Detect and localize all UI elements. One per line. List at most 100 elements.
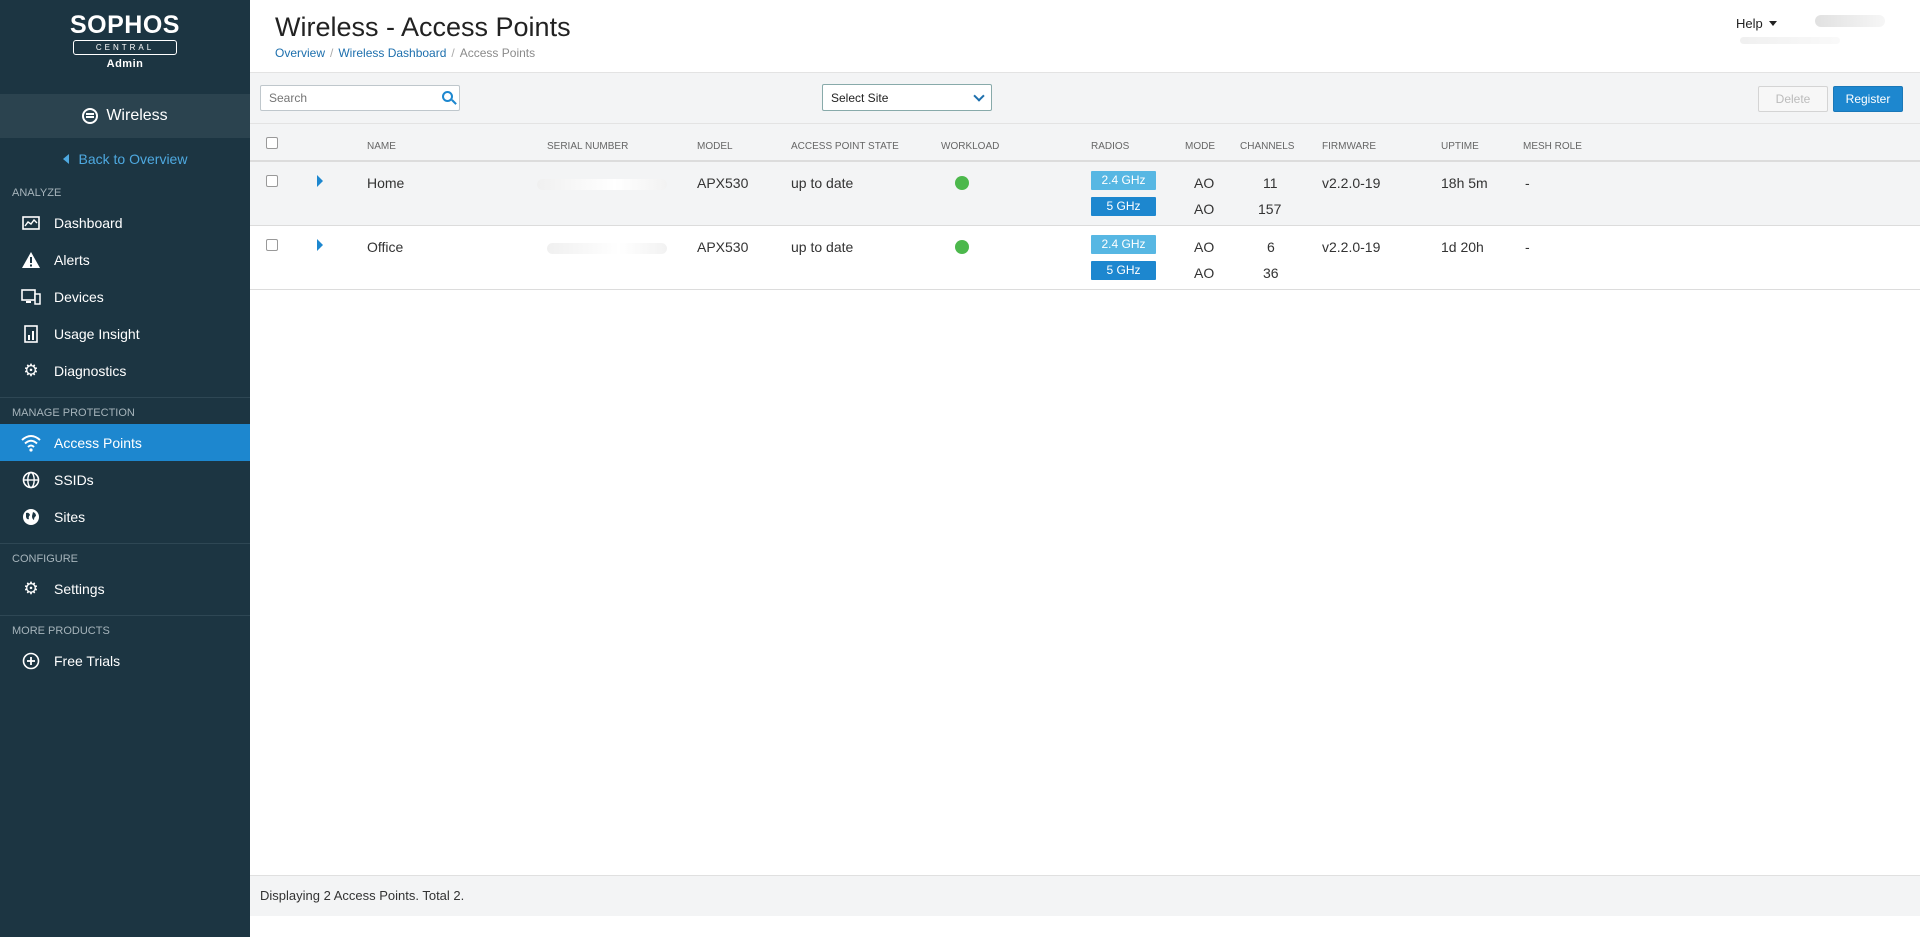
chevron-down-icon bbox=[973, 90, 985, 102]
uptime-value: 1d 20h bbox=[1441, 239, 1484, 255]
page-header: Wireless - Access Points Overview / Wire… bbox=[250, 0, 1920, 72]
sidebar-item-settings[interactable]: ⚙ Settings bbox=[0, 570, 250, 607]
radio-badge-2-4ghz: 2.4 GHz bbox=[1091, 171, 1156, 190]
search-box bbox=[260, 85, 460, 111]
sidebar-item-label: Devices bbox=[54, 288, 104, 305]
row-checkbox[interactable] bbox=[266, 239, 278, 251]
mode-value: AO bbox=[1194, 239, 1215, 255]
expand-arrow-icon[interactable] bbox=[317, 175, 323, 187]
section-more-products: MORE PRODUCTS bbox=[12, 625, 110, 637]
dashboard-icon bbox=[20, 213, 42, 233]
sidebar-item-label: Diagnostics bbox=[54, 362, 127, 379]
sidebar-item-label: Alerts bbox=[54, 251, 90, 268]
site-select[interactable]: Select Site bbox=[822, 84, 992, 111]
channel-value: 157 bbox=[1258, 201, 1282, 217]
help-menu[interactable]: Help bbox=[1736, 16, 1777, 31]
column-header-state[interactable]: ACCESS POINT STATE bbox=[791, 141, 899, 152]
column-header-uptime[interactable]: UPTIME bbox=[1441, 141, 1479, 152]
table-row[interactable]: Office APX530 up to date 2.4 GHz 5 GHz A… bbox=[250, 226, 1920, 290]
column-header-model[interactable]: MODEL bbox=[697, 141, 733, 152]
sidebar-item-alerts[interactable]: Alerts bbox=[0, 241, 250, 278]
sidebar-item-devices[interactable]: Devices bbox=[0, 278, 250, 315]
column-header-name[interactable]: NAME bbox=[367, 141, 396, 152]
sidebar-item-dashboard[interactable]: Dashboard bbox=[0, 204, 250, 241]
radio-badge-5ghz: 5 GHz bbox=[1091, 197, 1156, 216]
user-account-info bbox=[1740, 37, 1840, 44]
report-icon bbox=[20, 324, 42, 344]
help-label: Help bbox=[1736, 16, 1763, 31]
mode-value: AO bbox=[1194, 265, 1215, 281]
back-to-overview-link[interactable]: Back to Overview bbox=[0, 142, 250, 176]
serial-number-redacted bbox=[547, 243, 667, 254]
table-header: NAME SERIAL NUMBER MODEL ACCESS POINT ST… bbox=[250, 124, 1920, 162]
workload-status-icon bbox=[955, 176, 969, 190]
table-row[interactable]: Home APX530 up to date 2.4 GHz 5 GHz AO … bbox=[250, 162, 1920, 226]
site-select-value: Select Site bbox=[831, 90, 889, 105]
sidebar-item-ssids[interactable]: SSIDs bbox=[0, 461, 250, 498]
sidebar-item-sites[interactable]: Sites bbox=[0, 498, 250, 535]
uptime-value: 18h 5m bbox=[1441, 175, 1488, 191]
row-checkbox[interactable] bbox=[266, 175, 278, 187]
select-all-checkbox[interactable] bbox=[266, 137, 278, 149]
brand: SOPHOS CENTRAL Admin bbox=[0, 0, 250, 94]
column-header-radios[interactable]: RADIOS bbox=[1091, 141, 1129, 152]
register-button[interactable]: Register bbox=[1833, 86, 1903, 112]
sidebar-item-access-points[interactable]: Access Points bbox=[0, 424, 250, 461]
channel-value: 11 bbox=[1263, 175, 1278, 191]
wifi-icon bbox=[20, 433, 42, 453]
sidebar-divider bbox=[0, 615, 250, 616]
serial-number-redacted bbox=[537, 179, 667, 190]
gear-icon: ⚙ bbox=[23, 360, 39, 380]
sidebar-item-label: Usage Insight bbox=[54, 325, 140, 342]
radio-badge-5ghz: 5 GHz bbox=[1091, 261, 1156, 280]
delete-button[interactable]: Delete bbox=[1758, 86, 1828, 112]
breadcrumb-current: Access Points bbox=[459, 46, 536, 60]
ap-state: up to date bbox=[791, 239, 854, 255]
table-footer-status: Displaying 2 Access Points. Total 2. bbox=[250, 875, 1920, 916]
central-label: CENTRAL bbox=[73, 40, 177, 55]
user-menu[interactable] bbox=[1815, 15, 1885, 27]
mode-value: AO bbox=[1194, 175, 1215, 191]
ap-model: APX530 bbox=[697, 239, 749, 255]
admin-label: Admin bbox=[106, 58, 144, 70]
column-header-workload[interactable]: WORKLOAD bbox=[941, 141, 999, 152]
sidebar-item-label: Settings bbox=[54, 580, 105, 597]
back-arrow-icon bbox=[62, 154, 69, 164]
mode-value: AO bbox=[1194, 201, 1215, 217]
breadcrumb-separator: / bbox=[330, 46, 334, 60]
toolbar: Select Site Delete Register bbox=[250, 72, 1920, 124]
column-header-channels[interactable]: CHANNELS bbox=[1240, 141, 1294, 152]
sidebar-item-diagnostics[interactable]: ⚙ Diagnostics bbox=[0, 352, 250, 389]
page-title: Wireless - Access Points bbox=[275, 12, 571, 42]
expand-arrow-icon[interactable] bbox=[317, 239, 323, 251]
firmware-value: v2.2.0-19 bbox=[1322, 175, 1381, 191]
search-input[interactable] bbox=[261, 86, 431, 110]
column-header-mesh-role[interactable]: MESH ROLE bbox=[1523, 141, 1582, 152]
ap-model: APX530 bbox=[697, 175, 749, 191]
sidebar-item-label: Free Trials bbox=[54, 652, 121, 669]
ap-name: Office bbox=[367, 239, 404, 255]
warning-icon bbox=[20, 250, 42, 270]
sidebar-item-usage-insight[interactable]: Usage Insight bbox=[0, 315, 250, 352]
section-analyze: ANALYZE bbox=[12, 187, 62, 199]
sophos-logo: SOPHOS bbox=[70, 11, 180, 39]
column-header-serial[interactable]: SERIAL NUMBER bbox=[547, 141, 628, 152]
breadcrumb-overview[interactable]: Overview bbox=[275, 46, 325, 60]
sidebar-divider bbox=[0, 543, 250, 544]
breadcrumb-wireless-dashboard[interactable]: Wireless Dashboard bbox=[338, 46, 446, 60]
earth-icon bbox=[20, 507, 42, 527]
sidebar-item-free-trials[interactable]: Free Trials bbox=[0, 642, 250, 679]
main-content: Wireless - Access Points Overview / Wire… bbox=[250, 0, 1920, 937]
sidebar-item-label: SSIDs bbox=[54, 471, 94, 488]
sidebar-item-label: Dashboard bbox=[54, 214, 123, 231]
plus-circle-icon bbox=[20, 651, 42, 671]
column-header-mode[interactable]: MODE bbox=[1185, 141, 1215, 152]
search-icon[interactable] bbox=[442, 91, 453, 102]
workload-status-icon bbox=[955, 240, 969, 254]
channel-value: 6 bbox=[1267, 239, 1275, 255]
column-header-firmware[interactable]: FIRMWARE bbox=[1322, 141, 1376, 152]
mesh-role-value: - bbox=[1525, 239, 1530, 255]
back-label: Back to Overview bbox=[78, 151, 188, 167]
radio-badge-2-4ghz: 2.4 GHz bbox=[1091, 235, 1156, 254]
caret-down-icon bbox=[1768, 21, 1777, 26]
